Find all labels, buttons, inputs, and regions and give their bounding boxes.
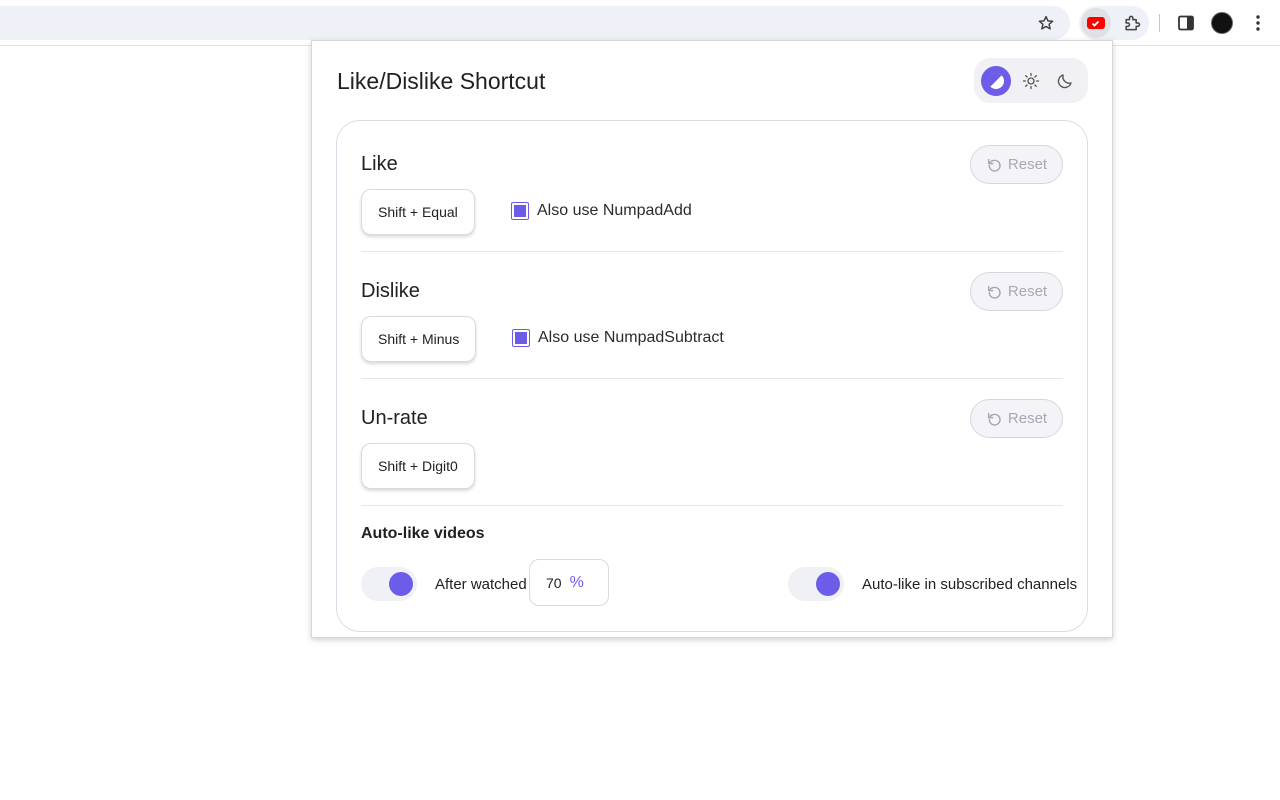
check-fill <box>514 205 526 217</box>
after-watched-toggle[interactable] <box>361 567 417 601</box>
like-alt-label: Also use NumpadAdd <box>537 202 692 219</box>
unrate-reset-label: Reset <box>1007 410 1048 427</box>
percent-value: 70 <box>546 574 562 591</box>
extension-popup: Like/Dislike Shortcut Like Reset Shift +… <box>311 40 1113 638</box>
dislike-alt-option[interactable]: Also use NumpadSubtract <box>512 329 724 347</box>
like-title: Like <box>361 153 398 175</box>
like-alt-option[interactable]: Also use NumpadAdd <box>511 202 692 220</box>
check-fill <box>515 332 527 344</box>
toggle-knob <box>816 572 840 596</box>
after-watched-label: After watched <box>435 576 527 593</box>
toolbar-separator <box>1159 14 1160 32</box>
auto-theme-icon[interactable] <box>981 66 1011 96</box>
like-alt-checkbox[interactable] <box>511 202 529 220</box>
dislike-title: Dislike <box>361 280 420 302</box>
popup-title: Like/Dislike Shortcut <box>337 68 546 94</box>
dislike-reset-label: Reset <box>1007 283 1048 300</box>
undo-icon <box>987 285 1001 299</box>
percent-input[interactable]: 70 % <box>529 559 609 606</box>
puzzle-icon[interactable] <box>1117 8 1147 38</box>
toggle-knob <box>389 572 413 596</box>
side-panel-icon[interactable] <box>1171 8 1201 38</box>
dislike-shortcut-key[interactable]: Shift + Minus <box>361 316 477 362</box>
section-divider <box>361 505 1063 506</box>
subscribed-label: Auto-like in subscribed channels <box>862 576 1078 593</box>
like-reset-button[interactable]: Reset <box>970 145 1063 184</box>
avatar[interactable] <box>1207 8 1237 38</box>
theme-switch <box>974 58 1088 103</box>
youtube-extension-icon[interactable] <box>1081 8 1111 38</box>
undo-icon <box>987 158 1001 172</box>
section-divider <box>361 378 1063 379</box>
unrate-title: Un-rate <box>361 407 428 429</box>
avatar-image <box>1211 12 1233 34</box>
more-vert-icon[interactable] <box>1243 8 1273 38</box>
percent-unit: % <box>569 573 584 591</box>
like-reset-label: Reset <box>1007 156 1048 173</box>
unrate-reset-button[interactable]: Reset <box>970 399 1063 438</box>
dislike-alt-checkbox[interactable] <box>512 329 530 347</box>
undo-icon <box>987 412 1001 426</box>
moon-icon[interactable] <box>1050 66 1080 96</box>
settings-card: Like Reset Shift + Equal Also use Numpad… <box>336 120 1088 632</box>
section-divider <box>361 251 1063 252</box>
sun-icon[interactable] <box>1016 66 1046 96</box>
unrate-shortcut-key[interactable]: Shift + Digit0 <box>361 443 475 489</box>
subscribed-toggle[interactable] <box>788 567 844 601</box>
star-icon[interactable] <box>1031 8 1061 38</box>
dislike-alt-label: Also use NumpadSubtract <box>538 329 724 346</box>
address-bar[interactable] <box>0 6 1070 40</box>
dislike-reset-button[interactable]: Reset <box>970 272 1063 311</box>
auto-like-title: Auto-like videos <box>361 525 485 542</box>
like-shortcut-key[interactable]: Shift + Equal <box>361 189 475 235</box>
